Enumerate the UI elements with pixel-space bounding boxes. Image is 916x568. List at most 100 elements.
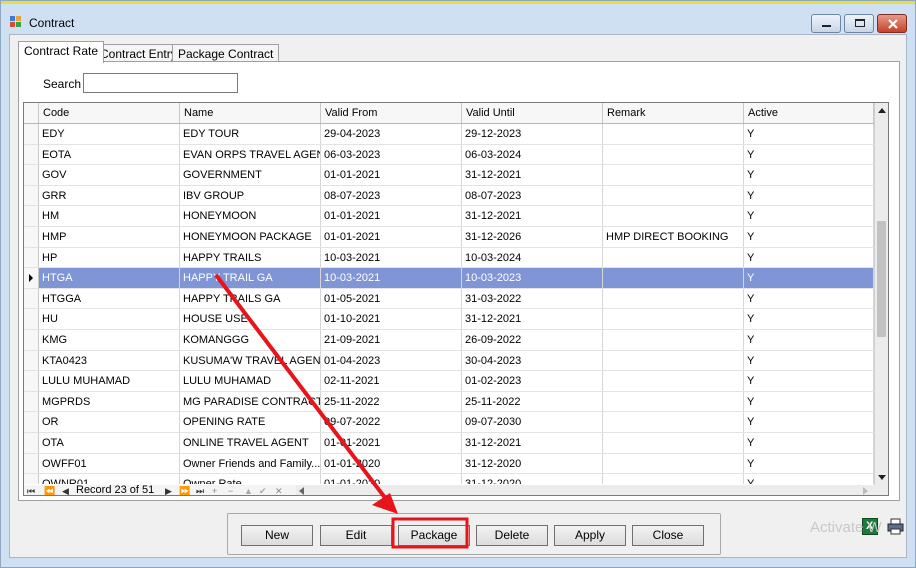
table-cell[interactable]: LULU MUHAMAD	[39, 371, 180, 391]
table-cell[interactable]: KUSUMA'W TRAVEL AGENT	[180, 350, 321, 371]
table-cell[interactable]: 31-12-2021	[462, 309, 603, 329]
table-cell[interactable]: 02-11-2021	[321, 371, 462, 391]
table-cell[interactable]: Y	[744, 350, 874, 371]
table-cell[interactable]: OPENING RATE	[180, 412, 321, 432]
table-cell[interactable]: 31-12-2021	[462, 433, 603, 453]
table-cell[interactable]: MG PARADISE CONTRACT	[180, 391, 321, 412]
table-cell[interactable]: HU	[39, 309, 180, 329]
confirm-icon[interactable]: ✔	[259, 486, 267, 495]
table-row[interactable]: GOV GOVERNMENT 01-01-2021 31-12-2021 Y	[24, 165, 888, 186]
table-cell[interactable]: 01-01-2020	[321, 453, 462, 474]
table-cell[interactable]: KMG	[39, 330, 180, 350]
table-cell[interactable]	[603, 391, 744, 412]
row-header[interactable]	[24, 227, 39, 247]
table-cell[interactable]: 09-07-2022	[321, 412, 462, 432]
table-cell[interactable]: 09-07-2030	[462, 412, 603, 432]
table-cell[interactable]: Y	[744, 453, 874, 474]
table-cell[interactable]: 10-03-2021	[321, 247, 462, 268]
table-cell[interactable]	[603, 206, 744, 226]
table-cell[interactable]	[603, 288, 744, 309]
table-cell[interactable]	[603, 144, 744, 165]
table-cell[interactable]: Y	[744, 227, 874, 247]
minimize-button[interactable]	[811, 14, 841, 33]
table-cell[interactable]: 31-12-2021	[462, 165, 603, 185]
row-header[interactable]	[24, 206, 39, 226]
close-button[interactable]: Close	[632, 525, 704, 546]
table-cell[interactable]: ONLINE TRAVEL AGENT	[180, 433, 321, 453]
table-row[interactable]: HTGA HAPPY TRAIL GA 10-03-2021 10-03-2023 Y	[24, 268, 888, 289]
remove-record-icon[interactable]: −	[228, 486, 233, 495]
row-header[interactable]	[24, 371, 39, 391]
column-header-name[interactable]: Name	[180, 103, 321, 123]
table-cell[interactable]: Y	[744, 206, 874, 226]
table-cell[interactable]: GOV	[39, 165, 180, 185]
scroll-right-icon[interactable]	[863, 487, 868, 495]
table-cell[interactable]	[603, 165, 744, 185]
table-cell[interactable]: 31-12-2021	[462, 206, 603, 226]
table-cell[interactable]: Y	[744, 165, 874, 185]
row-header[interactable]	[24, 247, 39, 268]
table-cell[interactable]	[603, 268, 744, 288]
table-cell[interactable]: Owner Rate	[180, 474, 321, 484]
table-cell[interactable]: Y	[744, 124, 874, 144]
table-cell[interactable]: 31-12-2026	[462, 227, 603, 247]
table-row[interactable]: KMG KOMANGGG 21-09-2021 26-09-2022 Y	[24, 330, 888, 351]
scroll-thumb[interactable]	[877, 221, 886, 337]
table-cell[interactable]: 06-03-2023	[321, 144, 462, 165]
add-record-icon[interactable]: +	[212, 486, 217, 495]
table-cell[interactable]: OWFF01	[39, 453, 180, 474]
table-cell[interactable]: Y	[744, 474, 874, 484]
scroll-up-icon[interactable]	[875, 105, 888, 117]
table-row[interactable]: LULU MUHAMAD LULU MUHAMAD 02-11-2021 01-02-…	[24, 371, 888, 392]
scroll-left-icon[interactable]	[299, 487, 304, 495]
close-window-button[interactable]	[877, 14, 907, 33]
table-cell[interactable]	[603, 350, 744, 371]
row-header[interactable]	[24, 144, 39, 165]
table-cell[interactable]: 01-02-2023	[462, 371, 603, 391]
next-page-icon[interactable]: ⏩	[179, 486, 190, 495]
last-page-icon[interactable]: ⏭	[196, 486, 204, 495]
table-cell[interactable]: GOVERNMENT	[180, 165, 321, 185]
table-cell[interactable]	[603, 474, 744, 484]
table-cell[interactable]: Y	[744, 309, 874, 329]
next-record-icon[interactable]: ▶	[165, 486, 172, 495]
table-row[interactable]: EDY EDY TOUR 29-04-2023 29-12-2023 Y	[24, 124, 888, 145]
row-header[interactable]	[24, 124, 39, 144]
table-cell[interactable]: EDY	[39, 124, 180, 144]
table-cell[interactable]: HM	[39, 206, 180, 226]
table-row[interactable]: OWNR01Owner Rate01-01-202031-12-2020 Y	[24, 474, 888, 484]
table-cell[interactable]: IBV GROUP	[180, 185, 321, 206]
row-header[interactable]	[24, 433, 39, 453]
delete-button[interactable]: Delete	[476, 525, 548, 546]
cancel-icon[interactable]: ✕	[275, 486, 283, 495]
table-cell[interactable]: 31-03-2022	[462, 288, 603, 309]
table-row[interactable]: HU HOUSE USE 01-10-2021 31-12-2021 Y	[24, 309, 888, 330]
table-cell[interactable]: HMP DIRECT BOOKING	[603, 227, 744, 247]
table-cell[interactable]: HTGA	[39, 268, 180, 288]
apply-button[interactable]: Apply	[554, 525, 626, 546]
table-row[interactable]: GRR IBV GROUP 08-07-2023 08-07-2023 Y	[24, 185, 888, 207]
table-cell[interactable]: 06-03-2024	[462, 144, 603, 165]
scroll-down-icon[interactable]	[875, 472, 888, 484]
table-cell[interactable]: HP	[39, 247, 180, 268]
row-header[interactable]	[24, 288, 39, 309]
table-cell[interactable]: 01-01-2021	[321, 165, 462, 185]
table-cell[interactable]	[603, 412, 744, 432]
table-cell[interactable]: 30-04-2023	[462, 350, 603, 371]
table-cell[interactable]: Y	[744, 288, 874, 309]
new-button[interactable]: New	[241, 525, 313, 546]
table-cell[interactable]: GRR	[39, 185, 180, 206]
table-cell[interactable]: HAPPY TRAILS	[180, 247, 321, 268]
table-cell[interactable]: EOTA	[39, 144, 180, 165]
table-cell[interactable]: OTA	[39, 433, 180, 453]
table-row[interactable]: MGPRDS MG PARADISE CONTRACT 25-11-2022 25-1…	[24, 391, 888, 413]
row-header[interactable]	[24, 330, 39, 350]
move-up-icon[interactable]: ▲	[244, 486, 253, 495]
row-header[interactable]	[24, 185, 39, 206]
table-cell[interactable]: 29-12-2023	[462, 124, 603, 144]
table-cell[interactable]: HTGGA	[39, 288, 180, 309]
table-cell[interactable]: KOMANGGG	[180, 330, 321, 350]
tab-contract-rate[interactable]: Contract Rate	[18, 41, 105, 63]
table-cell[interactable]: 01-04-2023	[321, 350, 462, 371]
table-cell[interactable]	[603, 433, 744, 453]
